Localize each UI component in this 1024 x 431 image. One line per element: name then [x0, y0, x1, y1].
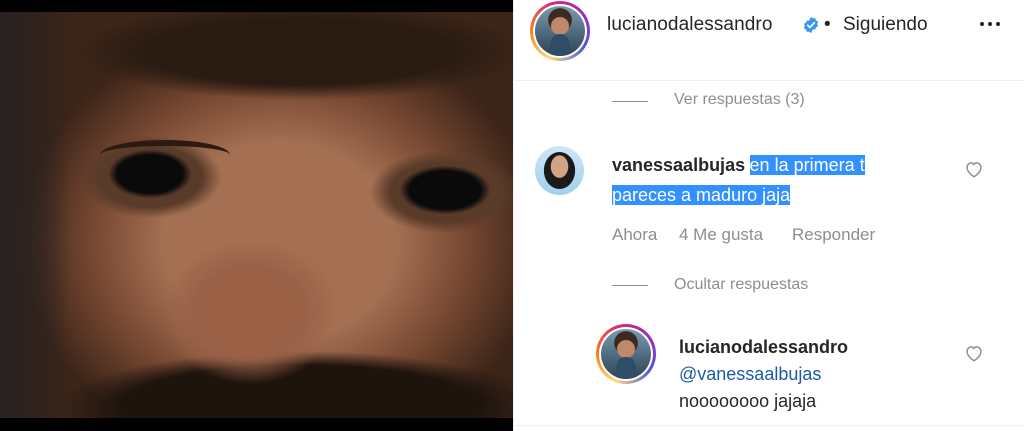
- post-header: lucianodalessandro • Siguiendo: [514, 0, 1024, 61]
- hide-replies-button[interactable]: Ocultar respuestas: [674, 276, 808, 294]
- heart-icon[interactable]: [964, 344, 984, 362]
- author-username[interactable]: lucianodalessandro: [607, 14, 773, 36]
- bottom-divider: [514, 425, 1024, 426]
- comment-body: vanessaalbujas en la primera t pareces a…: [612, 151, 972, 211]
- commenter-username[interactable]: vanessaalbujas: [612, 155, 745, 175]
- view-replies-line: [612, 101, 648, 102]
- comment-text-line1: en la primera t: [749, 155, 865, 175]
- reply-author-avatar[interactable]: [596, 324, 656, 384]
- header-divider: [514, 80, 1024, 81]
- view-replies-button[interactable]: Ver respuestas (3): [674, 91, 805, 109]
- follow-status-button[interactable]: Siguiendo: [843, 14, 928, 36]
- post-media[interactable]: [0, 0, 513, 431]
- comment-time: Ahora: [612, 225, 658, 244]
- reply-mention-link[interactable]: @vanessaalbujas: [679, 364, 821, 385]
- reply-text: noooooooo jajaja: [679, 391, 817, 411]
- header-separator: •: [824, 14, 831, 35]
- reply-username[interactable]: lucianodalessandro: [679, 337, 848, 358]
- comment-likes[interactable]: 4 Me gusta: [679, 225, 763, 245]
- commenter-avatar[interactable]: [535, 146, 584, 195]
- reply-button[interactable]: Responder: [792, 225, 875, 245]
- verified-badge-icon: [803, 16, 819, 34]
- heart-icon[interactable]: [964, 160, 984, 178]
- comments-panel: lucianodalessandro • Siguiendo Ver respu…: [513, 0, 1024, 431]
- more-options-icon[interactable]: [976, 14, 1004, 34]
- author-avatar[interactable]: [530, 1, 590, 61]
- comment-text-line2: pareces a maduro jaja: [612, 185, 791, 205]
- hide-replies-line: [612, 285, 648, 286]
- post-photo: [0, 12, 513, 418]
